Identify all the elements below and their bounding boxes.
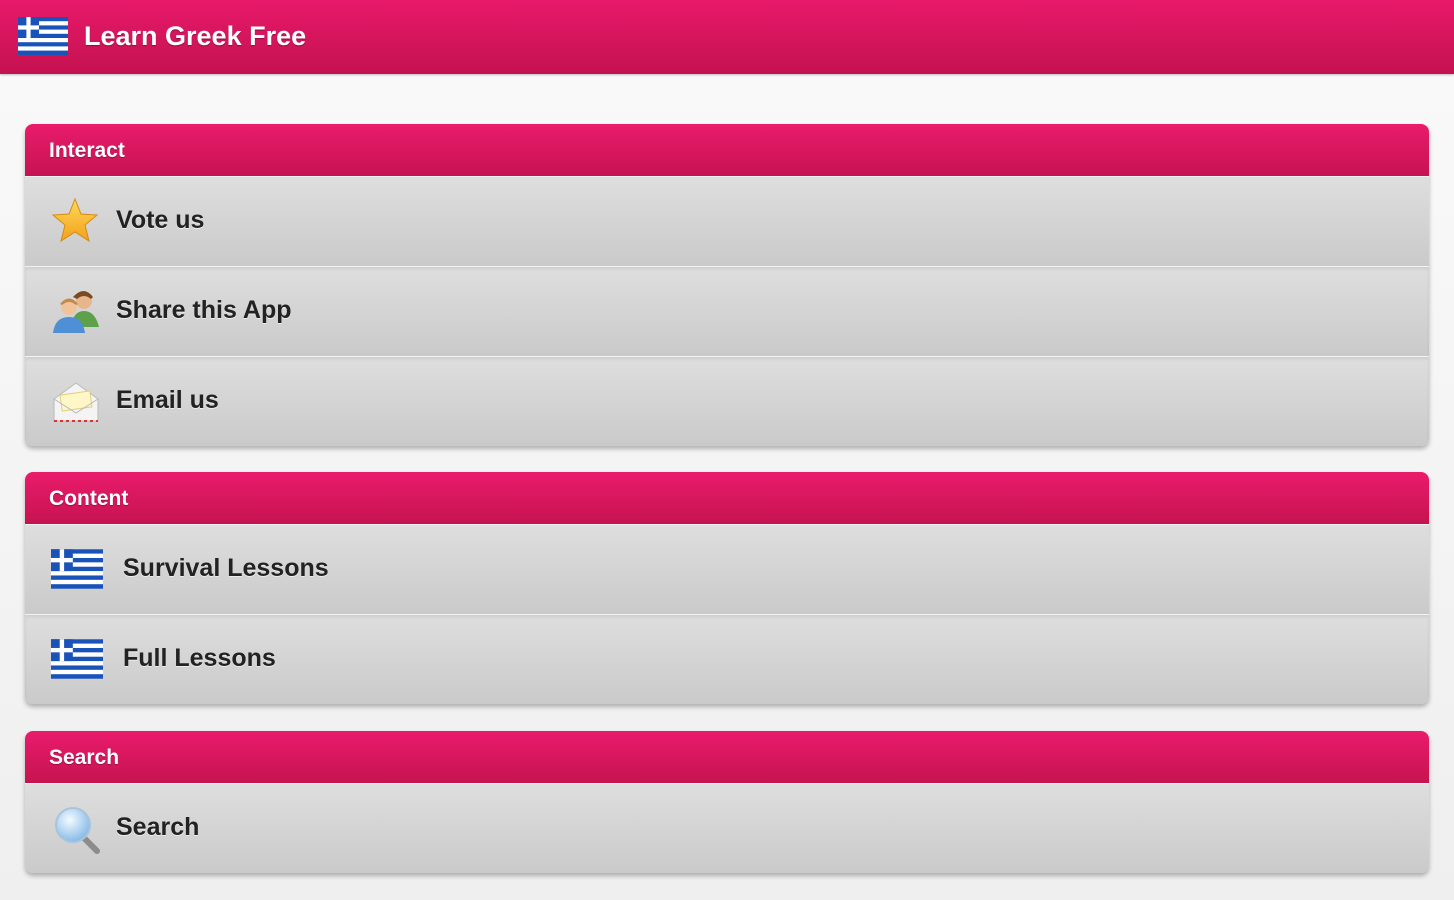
email-us-item[interactable]: Email us xyxy=(25,356,1429,446)
app-header: Learn Greek Free xyxy=(0,0,1454,74)
full-lessons-label: Full Lessons xyxy=(123,644,276,672)
section-header: Search xyxy=(25,731,1429,783)
magnifier-icon xyxy=(55,807,100,854)
section-title: Interact xyxy=(49,139,125,162)
users-icon xyxy=(53,291,99,333)
section-content: Content Survival Lessons Full Lessons xyxy=(25,472,1429,704)
section-header: Content xyxy=(25,472,1429,524)
section-title: Search xyxy=(49,746,120,769)
vote-us-label: Vote us xyxy=(116,206,205,234)
share-app-label: Share this App xyxy=(116,296,292,324)
greek-flag-icon xyxy=(18,17,68,55)
search-item[interactable]: Search xyxy=(25,783,1429,873)
star-icon xyxy=(51,197,99,243)
greek-flag-icon xyxy=(51,549,103,589)
section-interact: Interact Vote us Share this App Email us xyxy=(25,124,1429,446)
section-search: Search Search xyxy=(25,731,1429,873)
vote-us-item[interactable]: Vote us xyxy=(25,176,1429,266)
survival-lessons-item[interactable]: Survival Lessons xyxy=(25,524,1429,614)
section-title: Content xyxy=(49,487,129,510)
section-header: Interact xyxy=(25,124,1429,176)
email-us-label: Email us xyxy=(116,386,219,414)
search-label: Search xyxy=(116,813,200,841)
share-app-item[interactable]: Share this App xyxy=(25,266,1429,356)
greek-flag-icon xyxy=(51,639,103,679)
envelope-icon xyxy=(53,382,99,422)
survival-lessons-label: Survival Lessons xyxy=(123,554,329,582)
full-lessons-item[interactable]: Full Lessons xyxy=(25,614,1429,704)
app-title: Learn Greek Free xyxy=(84,21,307,51)
